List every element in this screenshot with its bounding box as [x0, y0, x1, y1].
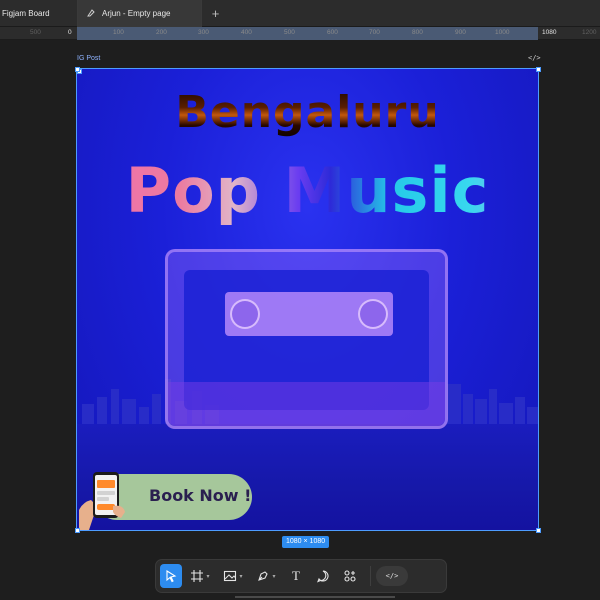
ruler-tick: 700 [369, 29, 380, 36]
frame-name-label[interactable]: IG Post [77, 55, 100, 62]
tab-label: Figjam Board [2, 8, 50, 18]
comment-icon [317, 570, 329, 583]
ruler-tick: 500 [30, 29, 41, 36]
cassette-bottom-strip [168, 382, 445, 426]
actions-icon [344, 570, 356, 582]
ruler-tick: 1200 [582, 29, 597, 36]
headline-bengaluru[interactable]: Bengaluru [77, 87, 538, 138]
plus-icon: + [211, 5, 220, 21]
draft-icon [86, 8, 96, 18]
text-tool-button[interactable]: T [284, 564, 308, 588]
resize-handle-bottom-left[interactable] [75, 528, 80, 533]
book-now-label: Book Now ! [149, 486, 252, 505]
actions-tool-button[interactable] [338, 564, 362, 588]
tab-label: Arjun - Empty page [102, 8, 171, 18]
image-tool-button[interactable]: ▾ [218, 564, 248, 588]
image-icon [224, 570, 237, 582]
cassette-reel-right [358, 299, 388, 329]
headline-pop-music[interactable]: Pop Music [77, 154, 538, 227]
tab-bar: Figjam Board Arjun - Empty page + [0, 0, 600, 27]
resize-handle-top-left[interactable] [75, 67, 80, 72]
cassette-label-window [225, 292, 393, 336]
code-icon[interactable]: </> [528, 54, 541, 62]
ruler-tick: 1000 [495, 29, 510, 36]
chevron-down-icon[interactable]: ▾ [206, 573, 209, 580]
comment-tool-button[interactable] [311, 564, 335, 588]
ruler-tick: 1080 [542, 29, 557, 36]
text-icon: T [292, 568, 300, 583]
tab-figjam-board[interactable]: Figjam Board [0, 0, 78, 27]
add-tab-button[interactable]: + [202, 0, 229, 27]
move-tool-button[interactable] [160, 564, 182, 588]
ruler-tick: 900 [455, 29, 466, 36]
horizontal-ruler: 500 0 100 200 300 400 500 600 700 800 90… [0, 27, 600, 40]
frame-icon [191, 570, 204, 582]
cassette-tape-image[interactable] [165, 249, 448, 429]
ig-post-frame[interactable]: Bengaluru Pop Music Book Now ! [76, 68, 539, 531]
ruler-tick: 0 [68, 29, 72, 36]
pen-icon [258, 571, 269, 581]
dev-mode-toggle[interactable]: </> [376, 566, 408, 586]
code-icon: </> [385, 572, 399, 580]
horizontal-scrollbar[interactable] [235, 596, 395, 598]
tab-arjun-empty-page[interactable]: Arjun - Empty page [78, 0, 202, 27]
frame-size-badge: 1080 × 1080 [282, 536, 330, 548]
cursor-icon [166, 570, 177, 583]
chevron-down-icon[interactable]: ▾ [239, 573, 242, 580]
ruler-tick: 300 [198, 29, 209, 36]
ruler-tick: 400 [241, 29, 252, 36]
toolbar-divider [370, 566, 371, 586]
cassette-reel-left [230, 299, 260, 329]
ruler-tick: 200 [156, 29, 167, 36]
frame-tool-button[interactable]: ▾ [185, 564, 215, 588]
ruler-tick: 500 [284, 29, 295, 36]
resize-handle-top-right[interactable] [536, 67, 541, 72]
ruler-tick: 800 [412, 29, 423, 36]
phone-in-hand-image [79, 472, 125, 530]
ruler-selection-highlight [77, 27, 538, 40]
ruler-tick: 600 [327, 29, 338, 36]
pen-tool-button[interactable]: ▾ [251, 564, 281, 588]
bottom-toolbar: ▾ ▾ ▾ T </> [155, 559, 447, 593]
resize-handle-bottom-right[interactable] [536, 528, 541, 533]
chevron-down-icon[interactable]: ▾ [272, 573, 275, 580]
ruler-tick: 100 [113, 29, 124, 36]
